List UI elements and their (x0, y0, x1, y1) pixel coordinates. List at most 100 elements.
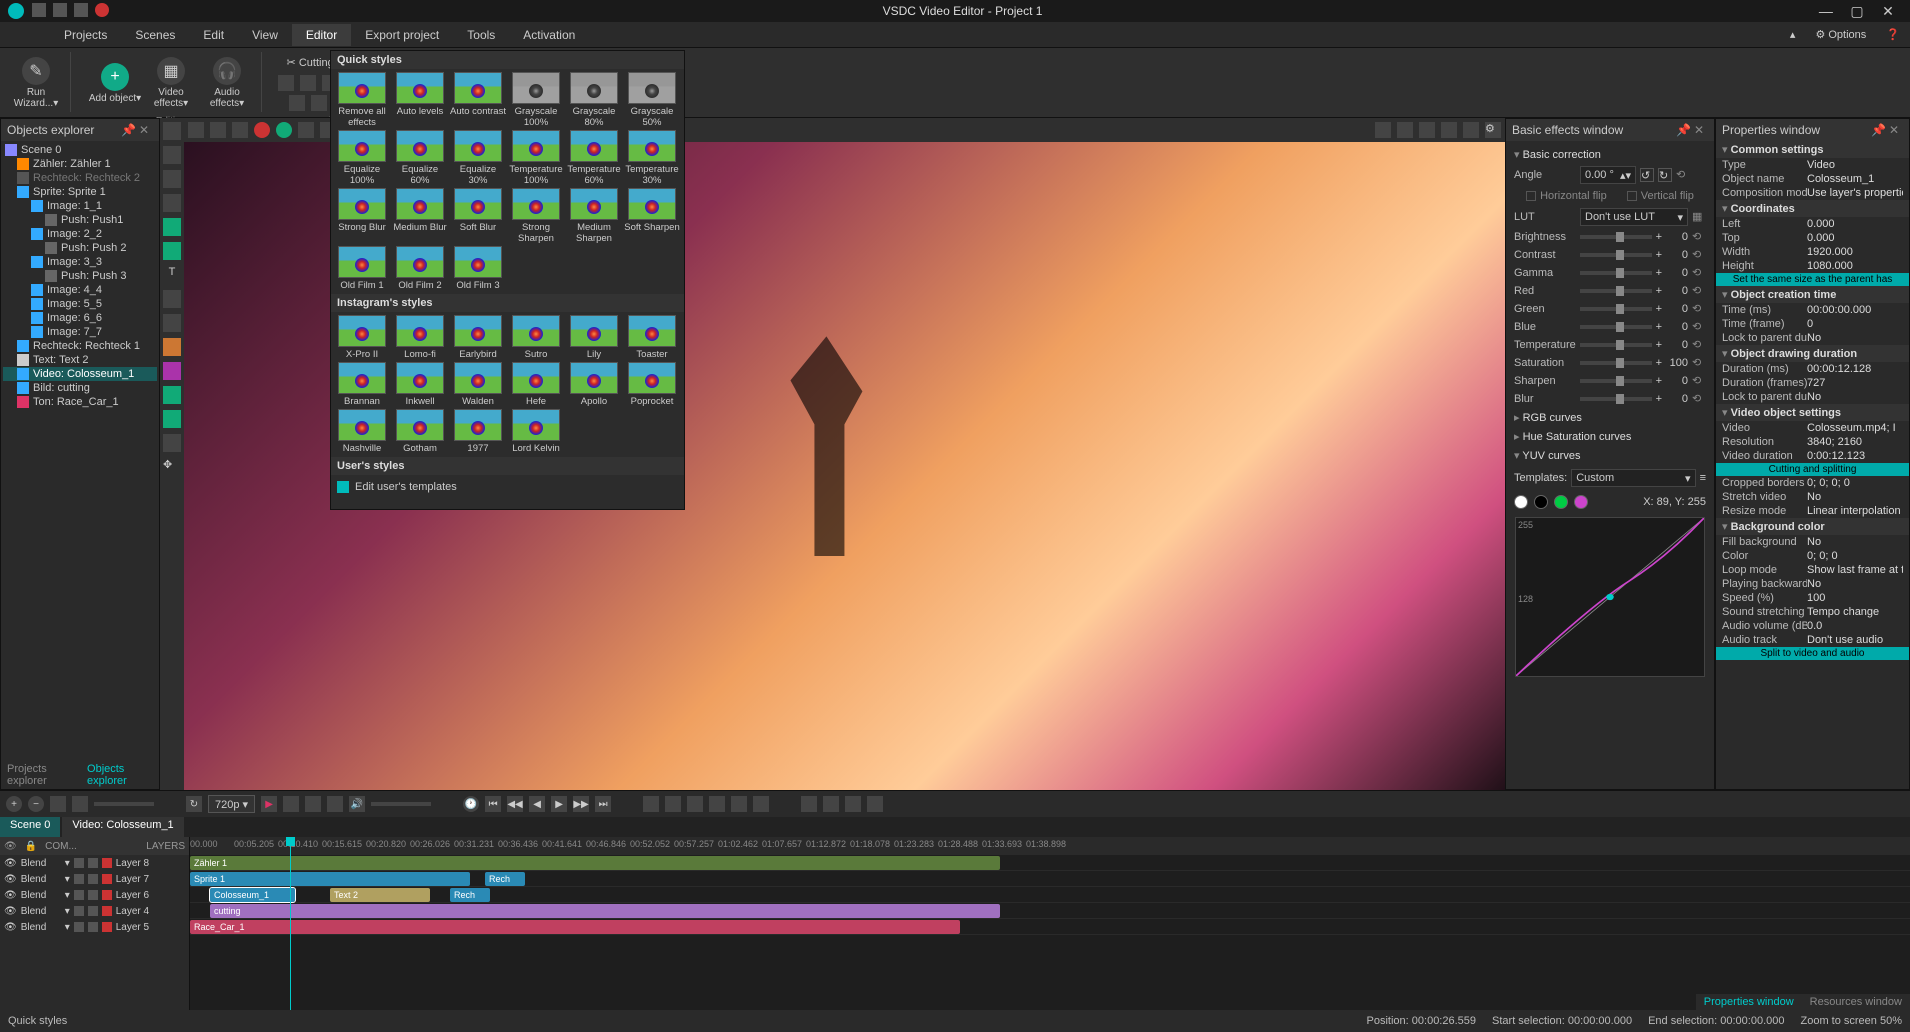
menu-editor[interactable]: Editor (292, 24, 351, 46)
undo-icon[interactable] (298, 122, 314, 138)
style-thumbnail[interactable]: Temperature 100% (508, 130, 564, 186)
maximize-button[interactable]: ▢ (1843, 3, 1871, 20)
property-row[interactable]: Fill backgroundNo (1716, 535, 1909, 549)
add-button[interactable]: + (6, 796, 22, 812)
style-thumbnail[interactable]: Old Film 3 (450, 246, 506, 291)
style-thumbnail[interactable]: Apollo (566, 362, 622, 407)
options-button[interactable]: ⚙ Options (1805, 24, 1876, 45)
layer-row[interactable]: 👁Blend▾Layer 5 (0, 919, 189, 935)
style-thumbnail[interactable]: Brannan (334, 362, 390, 407)
marker-icon[interactable] (753, 796, 769, 812)
property-hint-button[interactable]: Cutting and splitting (1716, 463, 1909, 476)
gamma-slider[interactable] (1580, 271, 1652, 275)
scene-tab[interactable]: Video: Colosseum_1 (62, 817, 183, 837)
tool-button[interactable] (327, 796, 343, 812)
expand-ribbon-icon[interactable]: ▴ (1780, 24, 1806, 45)
property-hint-button[interactable]: Split to video and audio (1716, 647, 1909, 660)
menu-activation[interactable]: Activation (509, 24, 589, 46)
prev-frame-icon[interactable]: ◀◀ (507, 796, 523, 812)
marker-icon[interactable] (709, 796, 725, 812)
style-thumbnail[interactable]: Medium Sharpen (566, 188, 622, 244)
pin-icon[interactable]: 📌 (1871, 123, 1885, 137)
timeline-clip[interactable]: Rech (450, 888, 490, 902)
text-tool-icon[interactable]: T (163, 266, 181, 284)
timeline-clip[interactable]: Colosseum_1 (210, 888, 295, 902)
tree-node[interactable]: Push: Push 2 (3, 241, 157, 255)
property-row[interactable]: Cropped borders0; 0; 0; 0 (1716, 476, 1909, 490)
menu-view[interactable]: View (238, 24, 292, 46)
style-thumbnail[interactable]: Strong Blur (334, 188, 390, 244)
tool-icon[interactable] (163, 242, 181, 260)
timeline-clip[interactable]: cutting (210, 904, 1000, 918)
align-icon[interactable] (1441, 122, 1457, 138)
volume-icon[interactable]: 🔊 (349, 796, 365, 812)
zoom-slider[interactable] (94, 802, 154, 806)
property-row[interactable]: Top0.000 (1716, 231, 1909, 245)
accept-icon[interactable] (276, 122, 292, 138)
next-frame-icon[interactable]: ▶▶ (573, 796, 589, 812)
style-thumbnail[interactable]: Equalize 60% (392, 130, 448, 186)
saturation-slider[interactable] (1580, 361, 1652, 365)
lut-browse-icon[interactable]: ▦ (1692, 210, 1706, 224)
property-hint-button[interactable]: Set the same size as the parent has (1716, 273, 1909, 286)
tool-icon[interactable] (278, 75, 294, 91)
tab-properties-window[interactable]: Properties window (1696, 994, 1802, 1010)
channel-green[interactable] (1554, 495, 1568, 509)
property-row[interactable]: Stretch videoNo (1716, 490, 1909, 504)
property-row[interactable]: Sound stretching mTempo change (1716, 605, 1909, 619)
style-thumbnail[interactable]: Inkwell (392, 362, 448, 407)
rgb-curves-section[interactable]: RGB curves (1510, 408, 1710, 427)
channel-white[interactable] (1514, 495, 1528, 509)
reset-icon[interactable]: ⟲ (1692, 230, 1706, 244)
tool-icon[interactable] (163, 338, 181, 356)
close-panel-icon[interactable]: ✕ (1694, 123, 1708, 137)
pin-icon[interactable]: 📌 (1676, 123, 1690, 137)
style-thumbnail[interactable]: Nashville (334, 409, 390, 454)
timeline-track[interactable]: Zähler 1 (190, 855, 1910, 871)
remove-button[interactable]: − (28, 796, 44, 812)
property-row[interactable]: VideoColosseum.mp4; I (1716, 421, 1909, 435)
cut-icon[interactable] (188, 122, 204, 138)
style-thumbnail[interactable]: Lord Kelvin (508, 409, 564, 454)
tree-node[interactable]: Bild: cutting (3, 381, 157, 395)
channel-black[interactable] (1534, 495, 1548, 509)
property-row[interactable]: Height1080.000 (1716, 259, 1909, 273)
menu-edit[interactable]: Edit (189, 24, 238, 46)
property-row[interactable]: Resize modeLinear interpolation (1716, 504, 1909, 518)
object-tree[interactable]: Scene 0Zähler: Zähler 1Rechteck: Rechtec… (1, 141, 159, 761)
tree-node[interactable]: Image: 1_1 (3, 199, 157, 213)
style-thumbnail[interactable]: Old Film 2 (392, 246, 448, 291)
property-row[interactable]: Audio volume (dB)0.0 (1716, 619, 1909, 633)
resolution-dropdown[interactable]: 720p ▾ (208, 795, 255, 813)
tree-node[interactable]: Rechteck: Rechteck 2 (3, 171, 157, 185)
property-row[interactable]: Color0; 0; 0 (1716, 549, 1909, 563)
style-thumbnail[interactable]: Gotham (392, 409, 448, 454)
tree-node[interactable]: Image: 4_4 (3, 283, 157, 297)
align-icon[interactable] (1419, 122, 1435, 138)
property-section[interactable]: Coordinates (1716, 200, 1909, 217)
tool-icon[interactable] (163, 362, 181, 380)
style-thumbnail[interactable]: Grayscale 50% (624, 72, 680, 128)
timeline-clip[interactable]: Sprite 1 (190, 872, 470, 886)
marker-icon[interactable] (665, 796, 681, 812)
timeline-clip[interactable]: Race_Car_1 (190, 920, 960, 934)
angle-input[interactable]: 0.00 °▴▾ (1580, 166, 1636, 184)
timeline-clip[interactable]: Text 2 (330, 888, 430, 902)
skip-start-icon[interactable]: ⏮ (485, 796, 501, 812)
timeline-track[interactable]: Sprite 1Rech (190, 871, 1910, 887)
tree-node[interactable]: Sprite: Sprite 1 (3, 185, 157, 199)
volume-slider[interactable] (371, 802, 431, 806)
menu-scenes[interactable]: Scenes (121, 24, 189, 46)
style-thumbnail[interactable]: Old Film 1 (334, 246, 390, 291)
qat-btn[interactable] (53, 3, 67, 17)
style-thumbnail[interactable]: Walden (450, 362, 506, 407)
red-slider[interactable] (1580, 289, 1652, 293)
tool-icon[interactable] (163, 290, 181, 308)
property-section[interactable]: Common settings (1716, 141, 1909, 158)
record-icon[interactable] (95, 3, 109, 17)
skip-end-icon[interactable]: ⏭ (595, 796, 611, 812)
edit-user-templates-button[interactable]: Edit user's templates (331, 475, 684, 499)
next-icon[interactable]: ▶ (551, 796, 567, 812)
timeline-track[interactable]: Race_Car_1 (190, 919, 1910, 935)
style-thumbnail[interactable]: Equalize 30% (450, 130, 506, 186)
